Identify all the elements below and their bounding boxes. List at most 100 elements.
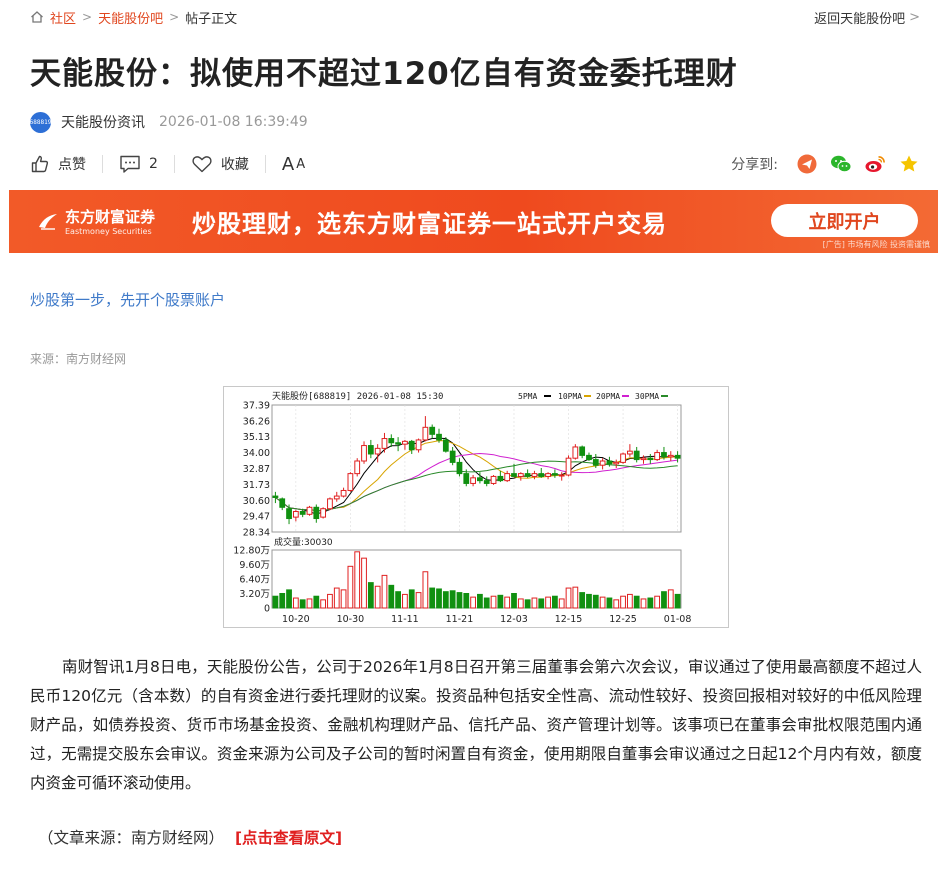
share-weibo-button[interactable]: [864, 153, 886, 175]
font-size-large: A: [281, 153, 295, 175]
comment-button[interactable]: 2: [119, 154, 158, 174]
candle-body: [477, 477, 483, 482]
candle-body: [286, 508, 292, 520]
volume-bar: [327, 593, 333, 609]
volume-bar: [545, 596, 551, 609]
share-favorite-star-button[interactable]: [898, 153, 920, 175]
volume-bar: [504, 596, 511, 609]
volume-bar: [333, 587, 340, 609]
volume-bar: [415, 592, 422, 609]
volume-panel-frame: [271, 549, 682, 609]
share-wechat-button[interactable]: [830, 153, 852, 175]
volume-tick-label: 0: [264, 604, 270, 615]
volume-bar: [592, 594, 599, 609]
volume-bar: [340, 589, 347, 609]
volume-bar: [667, 589, 674, 609]
back-to-forum-link[interactable]: 返回天能股份吧 >: [814, 8, 920, 27]
volume-bar: [306, 598, 313, 609]
breadcrumb-home-link[interactable]: 社区: [50, 8, 76, 27]
like-button[interactable]: 点赞: [30, 154, 86, 174]
candle-body: [408, 440, 415, 451]
candle-body: [620, 453, 626, 463]
open-account-link[interactable]: 炒股第一步，先开个股票账户: [30, 289, 225, 310]
candle-body: [327, 498, 333, 510]
chevron-right-icon: >: [909, 9, 920, 25]
volume-bar: [395, 591, 401, 609]
volume-bar: [279, 593, 286, 609]
volume-bar: [320, 599, 327, 609]
date-tick-label: 11-11: [391, 614, 419, 625]
candle-body: [381, 438, 388, 449]
article-source-note: （文章来源：南方财经网）: [38, 829, 225, 847]
volume-tick-label: 6.40万: [239, 575, 270, 586]
share-guba-button[interactable]: [796, 153, 818, 175]
candle-body: [667, 454, 674, 458]
candle-body: [558, 474, 565, 477]
candle-body: [470, 477, 476, 484]
weibo-icon: [865, 156, 885, 172]
volume-bar: [511, 593, 517, 609]
wechat-icon: [831, 155, 852, 173]
divider: [264, 155, 266, 173]
candle-body: [279, 498, 286, 508]
open-account-button[interactable]: 立即开户: [771, 204, 918, 237]
price-tick-label: 32.87: [243, 464, 270, 475]
volume-tick-label: 12.80万: [233, 546, 270, 557]
banner-ad-disclaimer: [广告] 市场有风险 投资需谨慎: [822, 240, 930, 249]
thumbs-up-icon: [31, 155, 49, 173]
ma-line-30: [275, 460, 678, 512]
volume-tick-label: 3.20万: [239, 589, 270, 600]
volume-bar: [408, 589, 415, 609]
candle-body: [626, 450, 633, 455]
heart-icon: [192, 156, 212, 173]
candle-body: [306, 506, 313, 515]
breadcrumb-current: 帖子正文: [185, 11, 238, 27]
avatar[interactable]: 688819: [30, 111, 51, 133]
date-tick-label: 10-20: [282, 614, 310, 625]
date-tick-label: 10-30: [337, 614, 365, 625]
volume-bar: [661, 591, 667, 609]
breadcrumb-forum-link[interactable]: 天能股份吧: [98, 8, 163, 27]
candle-body: [422, 426, 429, 441]
candle-body: [592, 459, 599, 466]
font-size-toggle[interactable]: A A: [282, 154, 305, 175]
volume-bar: [354, 551, 361, 609]
author-name[interactable]: 天能股份资讯: [61, 112, 145, 132]
volume-bar: [292, 597, 299, 609]
volume-bar: [633, 595, 640, 609]
candle-body: [640, 457, 647, 461]
divider: [102, 155, 103, 173]
candle-body: [511, 473, 517, 477]
price-tick-label: 36.26: [243, 416, 270, 427]
chart-title: 天能股份[688819] 2026-01-08 15:30: [272, 390, 443, 402]
volume-bar: [477, 593, 483, 609]
volume-bar: [586, 593, 592, 609]
candle-body: [340, 489, 347, 497]
volume-bar: [490, 595, 497, 609]
legend-label: 20PMA: [596, 392, 620, 401]
candle-body: [572, 446, 579, 459]
comment-count: 2: [149, 156, 158, 172]
volume-bar: [613, 599, 620, 609]
banner-brand-en: Eastmoney Securities: [65, 227, 152, 236]
like-label: 点赞: [58, 157, 86, 173]
candle-body: [374, 447, 381, 455]
candle-body: [633, 450, 640, 461]
candle-body: [606, 460, 613, 465]
author-row: 688819 天能股份资讯 2026-01-08 16:39:49: [30, 111, 308, 133]
legend-label: 30PMA: [635, 392, 659, 401]
volume-bar: [347, 565, 354, 609]
candle-body: [661, 452, 667, 458]
candle-body: [313, 506, 320, 520]
favorite-button[interactable]: 收藏: [191, 154, 249, 174]
brokerage-banner-ad[interactable]: 东方财富证券 Eastmoney Securities 炒股理财，选东方财富证券…: [9, 190, 938, 253]
candle-body: [490, 475, 497, 484]
volume-bar: [429, 587, 436, 609]
candle-body: [367, 445, 374, 455]
volume-bar: [422, 571, 429, 609]
volume-tick-label: 9.60万: [239, 560, 270, 571]
price-tick-label: 34.00: [243, 448, 270, 459]
view-original-link[interactable]: [点击查看原文]: [235, 829, 342, 847]
back-to-forum-label: 返回天能股份吧: [814, 11, 906, 27]
candle-body: [531, 473, 538, 477]
